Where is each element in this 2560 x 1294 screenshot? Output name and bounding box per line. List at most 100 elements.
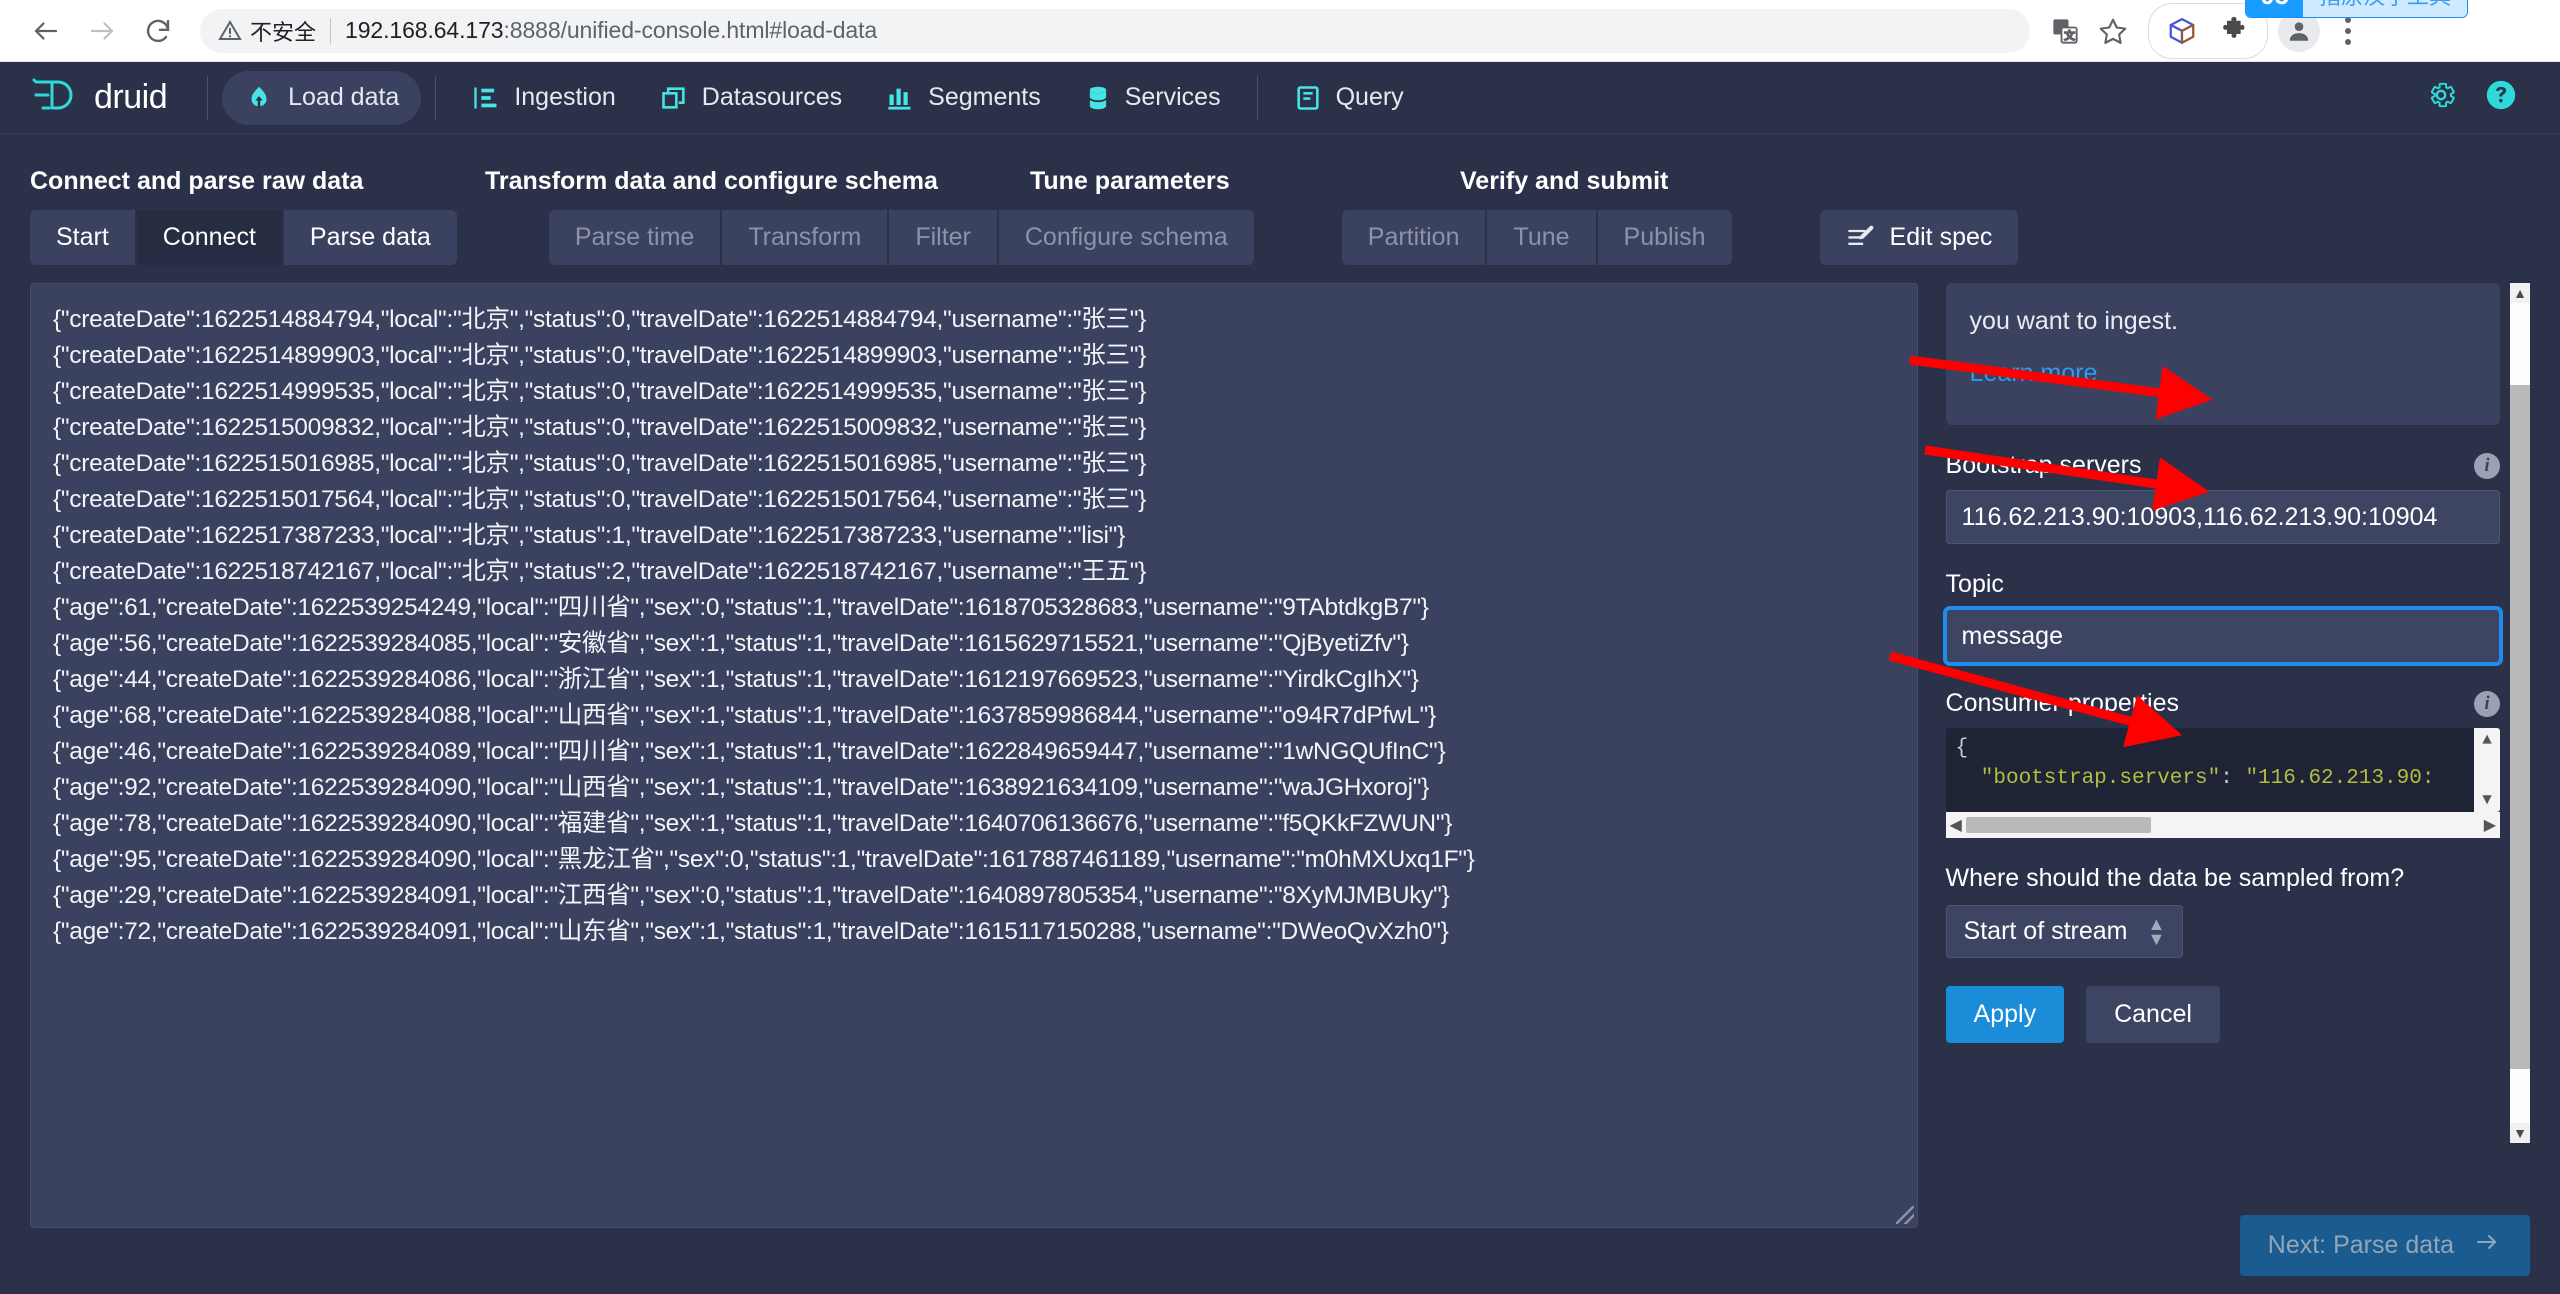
tab-parse-time[interactable]: Parse time (548, 210, 723, 265)
nav-item-segments[interactable]: Segments (864, 71, 1063, 124)
notification-text: 指原汉字工具 (2302, 0, 2467, 17)
panel-scroll-area: you want to ingest. Learn more Bootstrap… (1945, 283, 2530, 1153)
info-circle-icon[interactable]: i (2474, 452, 2500, 479)
google-translate-icon[interactable]: G文 (2042, 8, 2088, 54)
panel-scrollbar[interactable]: ▲ ▼ (2510, 283, 2530, 1143)
query-icon (1294, 84, 1322, 112)
address-bar[interactable]: 不安全 192.168.64.173:8888/unified-console.… (200, 8, 2030, 53)
druid-logo[interactable]: druid (32, 73, 193, 122)
bootstrap-servers-input[interactable]: 116.62.213.90:10903,116.62.213.90:10904 (1945, 490, 2500, 544)
tab-transform[interactable]: Transform (722, 210, 890, 265)
raw-data-line: {"age":95,"createDate":1622539284090,"lo… (53, 846, 1475, 873)
info-card: you want to ingest. Learn more (1945, 283, 2500, 425)
tab-tune[interactable]: Tune (1487, 210, 1598, 265)
nav-divider-3 (1256, 75, 1258, 120)
cube-extension-icon[interactable] (2159, 8, 2205, 54)
raw-data-line: {"createDate":1622515009832,"local":"北京"… (53, 414, 1146, 441)
textarea-resize-handle[interactable] (1895, 1206, 1914, 1224)
brand-name: druid (94, 78, 168, 116)
next-parse-data-button[interactable]: Next: Parse data (2239, 1215, 2530, 1276)
topic-label-row: Topic (1946, 570, 2500, 599)
nav-item-services[interactable]: Services (1063, 71, 1243, 124)
clipped-notification[interactable]: 05 指原汉字工具 (2245, 0, 2468, 18)
nav-item-ingestion[interactable]: Ingestion (450, 71, 637, 124)
chevron-updown-icon: ▲ ▼ (2147, 913, 2166, 949)
panel-scroll-thumb[interactable] (2510, 385, 2530, 1069)
panel-scroll-track-bottom[interactable] (2510, 1069, 2530, 1123)
code-horizontal-scrollbar[interactable]: ◀ ▶ (1945, 812, 2500, 838)
cancel-button[interactable]: Cancel (2086, 986, 2220, 1043)
panel-scroll-up-icon[interactable]: ▲ (2513, 283, 2527, 303)
services-icon (1085, 84, 1111, 112)
tab-partition[interactable]: Partition (1341, 210, 1488, 265)
druid-navbar: druid Load data Ingestion Datasources Se… (0, 62, 2560, 134)
learn-more-link[interactable]: Learn more (1970, 355, 2098, 391)
tab-start[interactable]: Start (30, 210, 137, 265)
topic-input[interactable]: message (1945, 609, 2500, 663)
consumer-properties-label-row: Consumer properties i (1946, 689, 2500, 718)
svg-text:文: 文 (2064, 29, 2075, 42)
url-path: /unified-console.html#load-data (560, 17, 878, 43)
raw-data-textarea[interactable]: {"createDate":1622514884794,"local":"北京"… (30, 283, 1918, 1228)
topic-label: Topic (1945, 570, 2004, 598)
tab-filter[interactable]: Filter (889, 210, 999, 265)
tab-parse-data[interactable]: Parse data (283, 210, 457, 265)
url-port: :8888 (503, 17, 561, 43)
forward-button[interactable] (74, 3, 130, 59)
consumer-properties-editor[interactable]: { "bootstrap.servers": "116.62.213.90: ▲… (1945, 728, 2500, 812)
tab-configure-schema[interactable]: Configure schema (998, 210, 1254, 265)
step-tabs: Start Connect Parse data Parse time Tran… (30, 210, 2530, 265)
apply-button[interactable]: Apply (1945, 986, 2065, 1043)
panel-scroll-track-top[interactable] (2510, 303, 2530, 385)
omnibox-divider (330, 17, 332, 44)
nav-item-load-data[interactable]: Load data (222, 70, 422, 125)
raw-data-line: {"age":44,"createDate":1622539284086,"lo… (53, 666, 1419, 693)
tab-group-connect: Start Connect Parse data (30, 210, 457, 265)
tab-connect[interactable]: Connect (136, 210, 284, 265)
sample-select-wrap: Start of stream ▲ ▼ (1945, 905, 2530, 958)
raw-data-line: {"createDate":1622514884794,"local":"北京"… (53, 306, 1146, 333)
raw-data-line: {"age":68,"createDate":1622539284088,"lo… (53, 702, 1436, 729)
arrow-right-icon (2472, 1230, 2502, 1261)
scroll-up-icon[interactable]: ▲ (2482, 732, 2492, 748)
nav-item-datasources[interactable]: Datasources (638, 71, 864, 124)
url-host: 192.168.64.173 (345, 17, 504, 43)
raw-data-line: {"createDate":1622515017564,"local":"北京"… (53, 486, 1146, 513)
notification-badge: 05 (2246, 0, 2303, 17)
back-button[interactable] (18, 3, 74, 59)
tab-publish[interactable]: Publish (1597, 210, 1732, 265)
star-icon[interactable] (2090, 8, 2136, 54)
scroll-down-icon[interactable]: ▼ (2482, 792, 2492, 808)
panel-scroll-down-icon[interactable]: ▼ (2513, 1123, 2527, 1143)
sample-question-label: Where should the data be sampled from? (1945, 864, 2405, 892)
help-circle-icon[interactable] (2484, 78, 2518, 117)
raw-data-line: {"createDate":1622518742167,"local":"北京"… (53, 558, 1146, 585)
tab-group-tune: Partition Tune Publish (1341, 210, 1732, 265)
info-circle-icon[interactable]: i (2474, 690, 2500, 717)
raw-data-line: {"createDate":1622514999535,"local":"北京"… (53, 378, 1146, 405)
consumer-properties-label: Consumer properties (1945, 689, 2179, 717)
nav-item-query[interactable]: Query (1272, 71, 1426, 124)
sample-from-select[interactable]: Start of stream ▲ ▼ (1945, 905, 2184, 958)
nav-item-label: Ingestion (514, 83, 616, 111)
hscroll-thumb[interactable] (1965, 817, 2151, 833)
scroll-left-icon[interactable]: ◀ (1950, 815, 1962, 835)
ingestion-icon (472, 84, 500, 112)
raw-data-line: {"age":72,"createDate":1622539284091,"lo… (53, 918, 1449, 945)
raw-data-line: {"age":92,"createDate":1622539284090,"lo… (53, 774, 1430, 801)
scroll-right-icon[interactable]: ▶ (2484, 815, 2496, 835)
kebab-menu-icon[interactable] (2328, 16, 2368, 45)
code-vertical-scrollbar[interactable]: ▲ ▼ (2474, 728, 2500, 812)
segments-icon (886, 84, 914, 112)
code-key: "bootstrap.servers" (1980, 767, 2221, 790)
url-text: 192.168.64.173:8888/unified-console.html… (345, 17, 877, 44)
sample-question-row: Where should the data be sampled from? (1946, 864, 2500, 893)
gear-icon[interactable] (2424, 78, 2458, 117)
navbar-actions (2424, 78, 2528, 117)
nav-item-label: Services (1124, 83, 1221, 111)
edit-spec-icon (1846, 224, 1876, 252)
reload-button[interactable] (130, 3, 186, 59)
nav-item-label: Load data (288, 83, 400, 111)
panel-actions: Apply Cancel (1945, 986, 2530, 1043)
edit-spec-button[interactable]: Edit spec (1819, 210, 2019, 265)
